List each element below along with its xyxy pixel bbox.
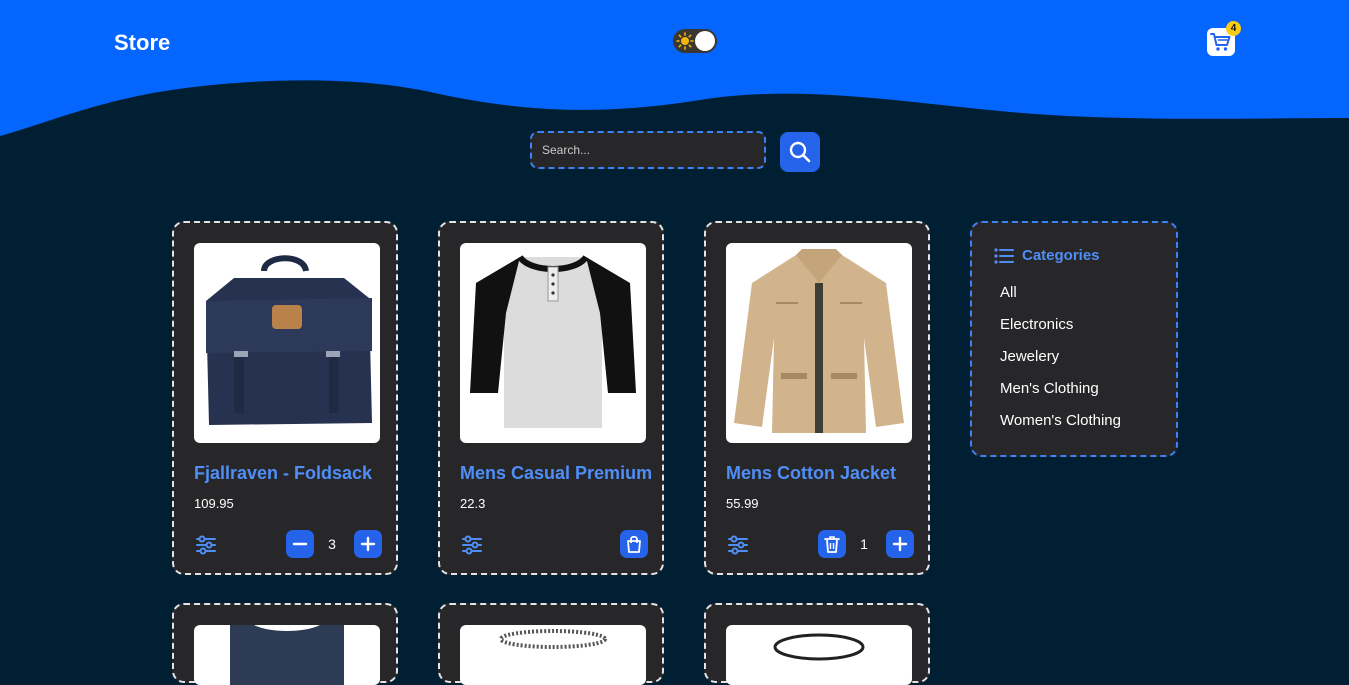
product-image[interactable] <box>460 625 646 685</box>
sliders-icon[interactable] <box>726 533 750 557</box>
cart-icon <box>1210 33 1231 51</box>
category-item-all[interactable]: All <box>1000 284 1017 301</box>
sliders-icon[interactable] <box>194 533 218 557</box>
categories-panel: Categories All Electronics Jewelery Men'… <box>970 221 1178 457</box>
shopping-bag-icon <box>627 535 641 553</box>
product-image[interactable] <box>726 625 912 685</box>
product-image-backpack[interactable] <box>194 243 380 443</box>
category-item-electronics[interactable]: Electronics <box>1000 316 1073 333</box>
category-item-mens-clothing[interactable]: Men's Clothing <box>1000 380 1099 397</box>
cart-button[interactable]: 4 <box>1207 21 1241 56</box>
categories-title: Categories <box>1022 247 1100 264</box>
increase-quantity-button[interactable] <box>886 530 914 558</box>
quantity-value: 3 <box>328 536 336 552</box>
search-input[interactable] <box>530 131 766 169</box>
product-card: Mens Cotton Jacket 55.99 1 <box>704 221 930 575</box>
cart-count-badge: 4 <box>1226 21 1241 36</box>
product-title[interactable]: Fjallraven - Foldsack <box>194 463 372 484</box>
product-title[interactable]: Mens Cotton Jacket <box>726 463 896 484</box>
plus-icon <box>360 536 376 552</box>
header-wave <box>0 0 1349 136</box>
product-card: Fjallraven - Foldsack 109.95 3 <box>172 221 398 575</box>
list-icon <box>994 247 1014 264</box>
product-card <box>704 603 930 685</box>
search-button[interactable] <box>780 132 820 172</box>
categories-heading: Categories <box>994 247 1100 264</box>
search-icon <box>789 141 811 163</box>
minus-icon <box>292 542 308 546</box>
product-card <box>438 603 664 685</box>
remove-from-cart-button[interactable] <box>818 530 846 558</box>
increase-quantity-button[interactable] <box>354 530 382 558</box>
product-price: 22.3 <box>460 496 486 511</box>
category-item-jewelery[interactable]: Jewelery <box>1000 348 1059 365</box>
plus-icon <box>892 536 908 552</box>
sun-icon <box>676 32 694 50</box>
product-title[interactable]: Mens Casual Premium <box>460 463 652 484</box>
header: Store 4 <box>0 0 1349 140</box>
trash-icon <box>824 536 840 553</box>
quantity-value: 1 <box>860 536 868 552</box>
theme-toggle[interactable] <box>673 29 717 53</box>
toggle-knob <box>695 31 715 51</box>
product-price: 109.95 <box>194 496 234 511</box>
product-card <box>172 603 398 685</box>
product-image-tshirt[interactable] <box>460 243 646 443</box>
product-price: 55.99 <box>726 496 759 511</box>
add-to-cart-button[interactable] <box>620 530 648 558</box>
product-card: Mens Casual Premium 22.3 <box>438 221 664 575</box>
product-image[interactable] <box>194 625 380 685</box>
category-item-womens-clothing[interactable]: Women's Clothing <box>1000 412 1121 429</box>
product-image-jacket[interactable] <box>726 243 912 443</box>
brand-logo[interactable]: Store <box>114 30 170 56</box>
sliders-icon[interactable] <box>460 533 484 557</box>
decrease-quantity-button[interactable] <box>286 530 314 558</box>
